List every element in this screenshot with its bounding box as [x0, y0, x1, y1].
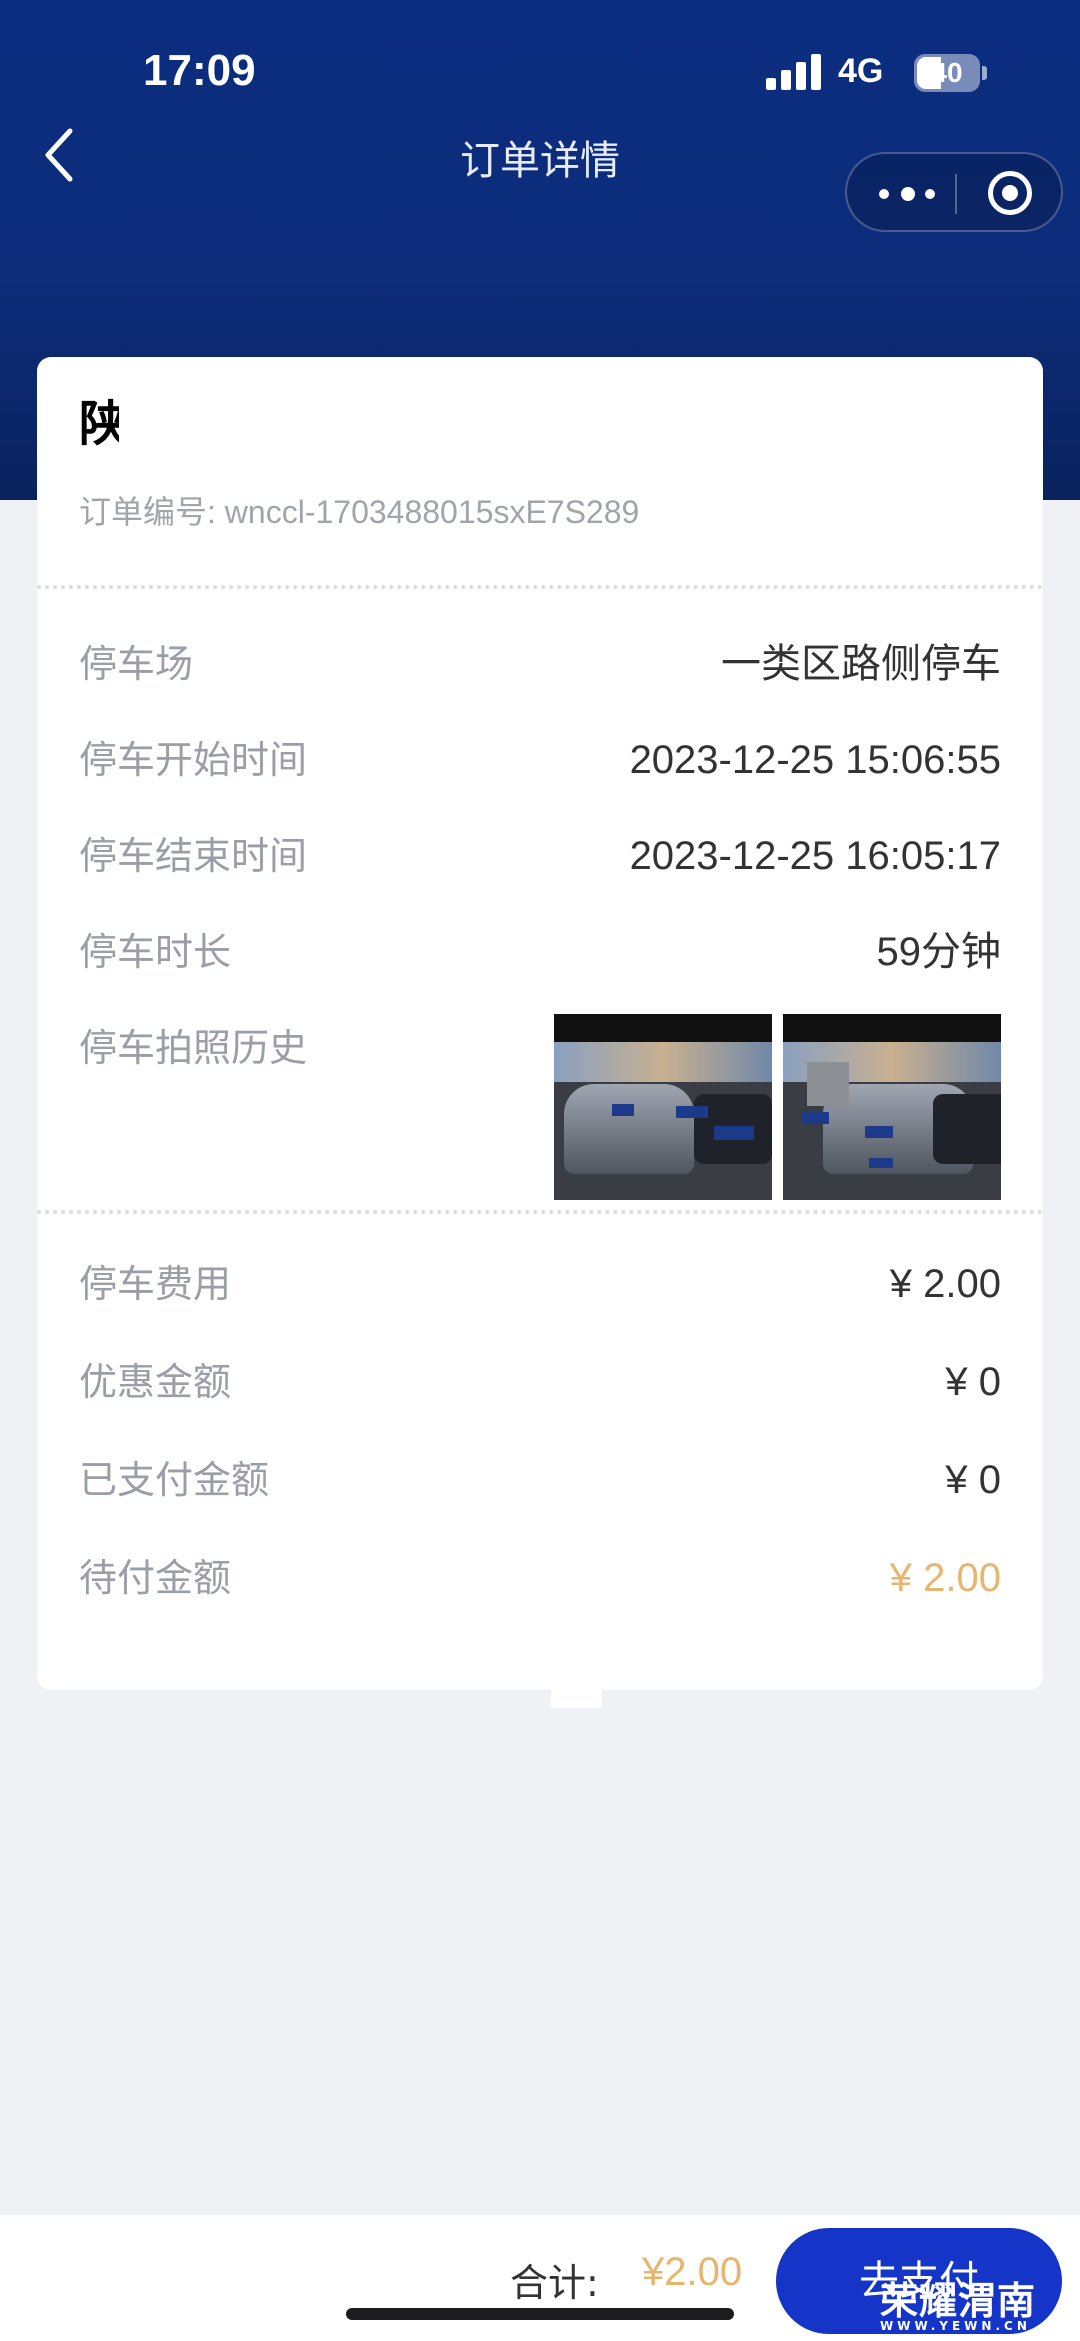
- fee-label: 已支付金额: [79, 1458, 270, 1502]
- signal-icon: [766, 54, 822, 90]
- parking-photo-2[interactable]: [783, 1014, 1001, 1200]
- status-bar: 17:09 4G 40: [0, 0, 1080, 130]
- photo-history-label: 停车拍照历史: [79, 1026, 308, 1070]
- order-detail-card: 陕 订单编号: wnccl-1703488015sxE7S289 停车场 一类区…: [37, 357, 1043, 1690]
- more-dots-icon[interactable]: [877, 178, 937, 210]
- order-number: 订单编号: wnccl-1703488015sxE7S289: [79, 487, 639, 533]
- status-time: 17:09: [143, 46, 256, 95]
- detail-label: 停车结束时间: [79, 834, 308, 878]
- license-plate: 陕: [79, 396, 119, 452]
- mini-program-capsule: [845, 152, 1063, 232]
- battery-icon: 40: [914, 54, 980, 92]
- total-label: 合计:: [510, 2261, 599, 2305]
- fee-value: ¥ 2.00: [889, 1262, 1001, 1306]
- fee-label: 优惠金额: [79, 1360, 232, 1404]
- battery-cap: [982, 66, 987, 80]
- fee-row-parking-fee: 停车费用 ¥ 2.00: [79, 1254, 1001, 1314]
- fee-label: 待付金额: [79, 1556, 232, 1600]
- detail-value: 一类区路侧停车: [721, 642, 1001, 686]
- detail-label: 停车开始时间: [79, 738, 308, 782]
- detail-row-start-time: 停车开始时间 2023-12-25 15:06:55: [79, 730, 1001, 790]
- watermark-logo: 荣耀渭南 WWW.YEWN.CN: [880, 2279, 1037, 2333]
- fee-value: ¥ 0: [945, 1458, 1001, 1502]
- fee-label: 停车费用: [79, 1262, 232, 1306]
- battery-level: 40: [931, 57, 963, 88]
- detail-value: 59分钟: [876, 930, 1002, 974]
- detail-row-parking-lot: 停车场 一类区路侧停车: [79, 634, 1001, 694]
- total-value: ¥2.00: [642, 2250, 743, 2294]
- home-indicator: [346, 2308, 734, 2320]
- target-circle-icon[interactable]: [988, 171, 1032, 215]
- fee-row-paid: 已支付金额 ¥ 0: [79, 1450, 1001, 1510]
- fee-value: ¥ 0: [945, 1360, 1001, 1404]
- card-notch: [551, 1690, 602, 1708]
- parking-photo-1[interactable]: [554, 1014, 772, 1200]
- order-number-value: wnccl-1703488015sxE7S289: [224, 494, 640, 530]
- detail-label: 停车场: [79, 642, 194, 686]
- detail-row-end-time: 停车结束时间 2023-12-25 16:05:17: [79, 826, 1001, 886]
- detail-row-duration: 停车时长 59分钟: [79, 922, 1001, 982]
- capsule-divider: [955, 174, 957, 214]
- divider-middle: [37, 1210, 1043, 1214]
- order-number-label: 订单编号:: [79, 494, 225, 530]
- detail-value: 2023-12-25 16:05:17: [629, 834, 1001, 878]
- network-type: 4G: [838, 52, 884, 90]
- detail-value: 2023-12-25 15:06:55: [629, 738, 1001, 782]
- detail-label: 停车时长: [79, 930, 232, 974]
- fee-row-due: 待付金额 ¥ 2.00: [79, 1548, 1001, 1608]
- fee-row-discount: 优惠金额 ¥ 0: [79, 1352, 1001, 1412]
- divider-top: [37, 585, 1043, 589]
- fee-value-due: ¥ 2.00: [889, 1556, 1001, 1600]
